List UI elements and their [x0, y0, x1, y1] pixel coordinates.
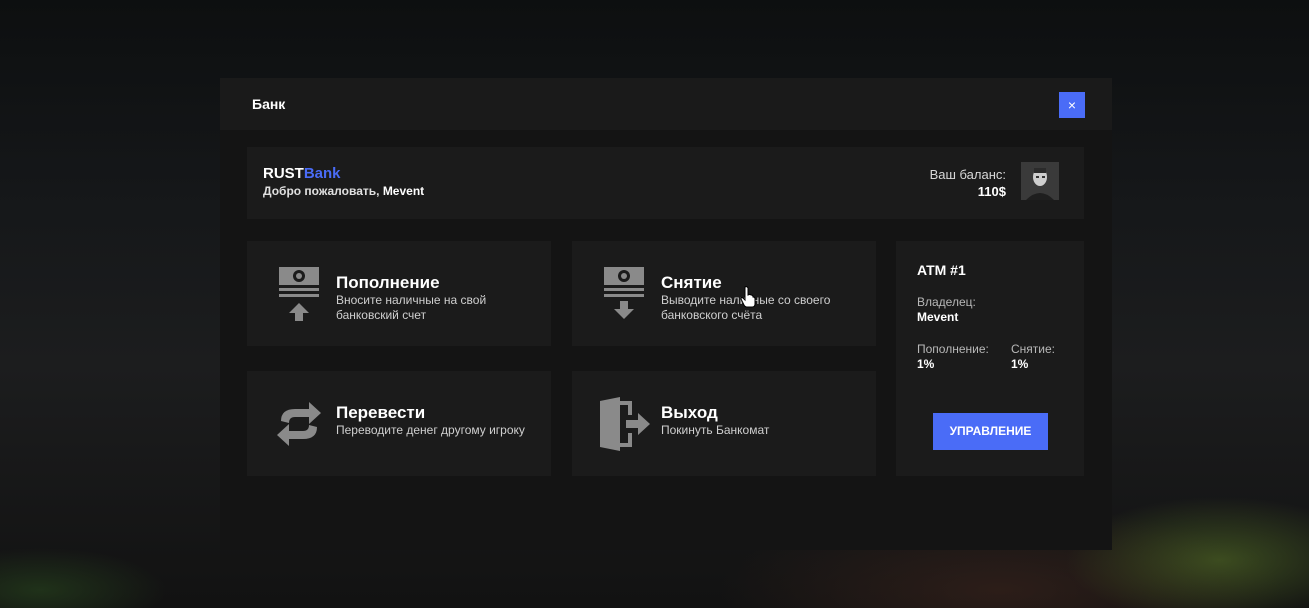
owner-label: Владелец: [917, 295, 976, 309]
exit-description: Покинуть Банкомат [661, 423, 770, 437]
exit-icon [600, 397, 650, 451]
withdraw-icon [604, 267, 644, 319]
bank-window: Банк × RUSTBank Добро пожаловать, Mevent… [220, 78, 1112, 550]
balance-value: 110$ [977, 184, 1006, 199]
balance-label: Ваш баланс: [929, 167, 1006, 182]
atm-title: ATM #1 [917, 262, 966, 278]
deposit-card[interactable]: Пополнение Вносите наличные на свой банк… [247, 241, 551, 346]
deposit-fee-value: 1% [917, 357, 935, 371]
close-button[interactable]: × [1059, 92, 1085, 118]
username: Mevent [382, 184, 425, 198]
window-title: Банк [252, 96, 286, 112]
transfer-icon [277, 402, 321, 446]
transfer-card[interactable]: Перевести Переводите денег другому игрок… [247, 371, 551, 476]
transfer-description: Переводите денег другому игроку [336, 423, 525, 437]
manage-button[interactable]: УПРАВЛЕНИЕ [933, 413, 1048, 450]
withdraw-title: Снятие [661, 273, 722, 292]
deposit-description: Вносите наличные на свой банковский счет [336, 293, 487, 322]
transfer-title: Перевести [336, 403, 426, 422]
withdraw-fee-label: Снятие: [1011, 342, 1055, 356]
deposit-icon [279, 267, 319, 321]
deposit-fee-label: Пополнение: [917, 342, 989, 356]
exit-card[interactable]: Выход Покинуть Банкомат [572, 371, 876, 476]
deposit-title: Пополнение [336, 273, 440, 292]
withdraw-fee-value: 1% [1011, 357, 1029, 371]
exit-title: Выход [661, 403, 718, 422]
withdraw-description: Выводите наличные со своего банковского … [661, 293, 831, 322]
avatar [1021, 162, 1059, 200]
atm-info-panel: ATM #1 Владелец: Mevent Пополнение: 1% С… [896, 241, 1084, 476]
window-header: Банк × [220, 78, 1112, 130]
welcome-text: Добро пожаловать, Mevent [263, 184, 425, 198]
owner-value: Mevent [917, 310, 959, 324]
bank-info-bar: RUSTBank Добро пожаловать, Mevent Ваш ба… [247, 147, 1084, 219]
withdraw-card[interactable]: Снятие Выводите наличные со своего банко… [572, 241, 876, 346]
brand-logo: RUSTBank [263, 165, 341, 182]
hand-cursor-icon [740, 286, 756, 308]
